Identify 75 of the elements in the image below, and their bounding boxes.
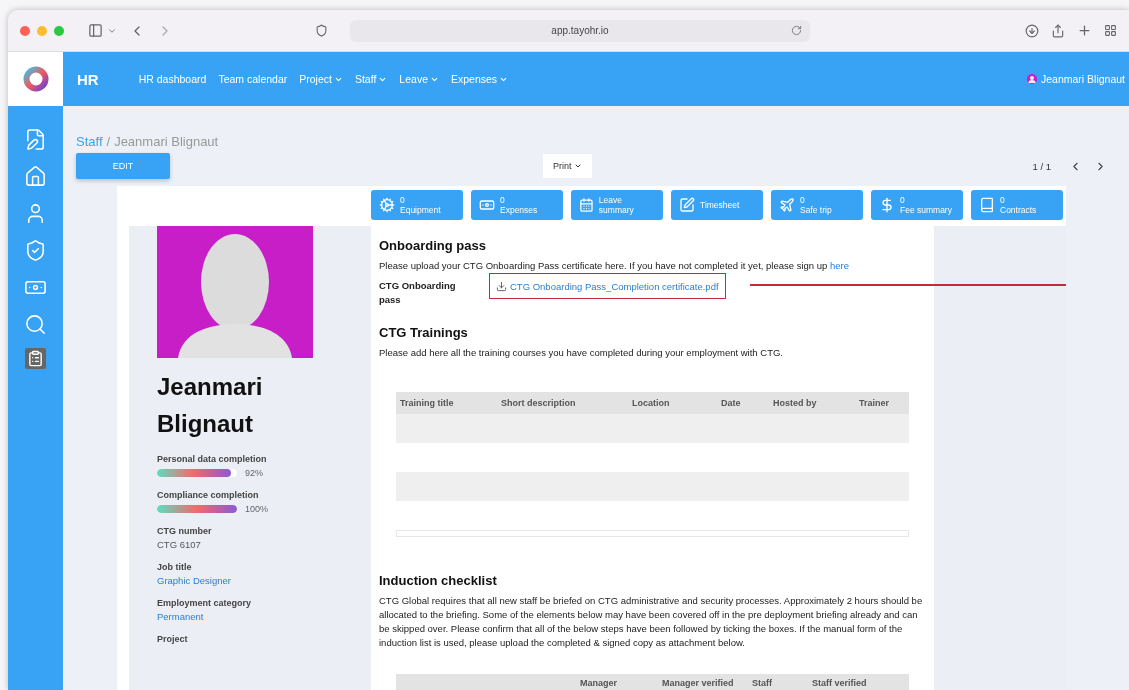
field-label: CTG number <box>157 526 213 536</box>
breadcrumb-current: Jeanmari Blignaut <box>114 134 219 149</box>
field-label: Job title <box>157 562 193 572</box>
column-header: Staff <box>752 679 773 688</box>
column-header: Date <box>721 398 742 408</box>
app-title: HR <box>77 70 99 88</box>
column-header: Hosted by <box>773 398 818 408</box>
progress-reading: 100% <box>245 504 269 514</box>
nav-link[interactable]: Leave <box>399 73 439 85</box>
signup-link[interactable]: here <box>830 260 849 271</box>
book-icon <box>979 197 995 213</box>
section-title: Onboarding pass <box>379 238 487 253</box>
section-text: Please add here all the training courses you have completed during your employment with CTG. <box>379 346 784 360</box>
nav-link[interactable]: Project <box>299 73 343 85</box>
banknote-icon <box>479 197 495 213</box>
download-icon <box>496 280 507 292</box>
progress-label: Compliance completion <box>157 490 260 500</box>
column-header: Trainer <box>859 398 890 408</box>
section-text: CTG Global requires that all new staff be briefed on CTG administrative and security processes. Approximately 2 hours should be allocated to the briefing. Some of the elements below may have been covered off in the pre deployment briefing already and can be skipped over. Please confirm that all of the below steps have been followed by ticking the boxes. If the manual form of the induction list is used, please upload the completed & signed copy as attachment below. <box>379 594 924 650</box>
avatar-icon <box>1026 74 1037 84</box>
share-icon[interactable] <box>1051 23 1065 38</box>
summary-tile[interactable]: 0 Expenses <box>471 190 563 220</box>
dollar-icon <box>879 197 895 213</box>
user-menu[interactable]: Jeanmari Blignaut <box>1026 52 1125 106</box>
section-title: CTG Trainings <box>379 325 469 340</box>
section-text: Please upload your CTG Onboarding Pass certificate here. If you have not completed it yet, please sign up here <box>379 259 850 273</box>
column-header: Staff verified <box>812 679 868 688</box>
breadcrumb-link[interactable]: Staff <box>76 134 103 149</box>
new-tab-icon[interactable] <box>1077 23 1092 38</box>
nav-link[interactable]: Expenses <box>450 73 509 85</box>
sidebar-toggle-icon[interactable] <box>88 23 103 38</box>
field-link[interactable]: Graphic Designer <box>157 575 371 586</box>
airplane-icon <box>779 197 795 213</box>
file-link[interactable]: CTG Onboarding Pass_Completion certificate.pdf <box>489 273 726 299</box>
summary-tile[interactable]: 0 Fee summary <box>871 190 963 220</box>
summary-tile[interactable]: Timesheet <box>671 190 763 220</box>
progress-label: Personal data completion <box>157 454 268 464</box>
address-bar[interactable]: app.tayohr.io <box>350 19 810 42</box>
pen-square-icon <box>679 197 695 213</box>
summary-tile[interactable]: Leave summary <box>571 190 663 220</box>
close-dot[interactable] <box>20 25 30 36</box>
minimize-dot[interactable] <box>37 25 47 36</box>
field-value: CTG 6107 <box>157 539 202 550</box>
shield-icon <box>315 24 328 37</box>
report-icon[interactable] <box>25 348 46 369</box>
column-header: Manager <box>580 679 618 688</box>
tab-grid-icon[interactable] <box>1104 24 1117 37</box>
ring-logo <box>22 66 49 92</box>
nav-link[interactable]: Staff <box>354 73 388 85</box>
edit-button[interactable]: EDIT <box>76 153 170 179</box>
zoom-dot[interactable] <box>54 25 64 36</box>
column-header: Short description <box>501 398 577 408</box>
reload-icon[interactable] <box>791 24 802 36</box>
progress-reading: 92% <box>245 468 263 478</box>
staff-name: Jeanmari Blignaut <box>157 372 264 439</box>
nav-link[interactable]: Team calendar <box>218 73 288 85</box>
print-button[interactable]: Print <box>543 154 592 178</box>
section-title: Induction checklist <box>379 573 498 588</box>
pager-text: 1 / 1 <box>1032 160 1051 172</box>
summary-tile[interactable]: 0 Equipment <box>371 190 463 220</box>
column-header: Location <box>632 398 671 408</box>
summary-tile[interactable]: 0 Contracts <box>971 190 1063 220</box>
field-label: CTG Onboarding pass <box>379 279 457 307</box>
field-label: Project <box>157 634 189 644</box>
summary-tile[interactable]: 0 Safe trip <box>771 190 863 220</box>
calendar-icon <box>579 197 594 213</box>
column-header: Manager verified <box>662 679 735 688</box>
column-header: Training title <box>400 398 455 408</box>
caret-icon <box>573 162 582 170</box>
field-link[interactable]: Permanent <box>157 611 371 622</box>
nav-link[interactable]: HR dashboard <box>138 73 207 85</box>
field-label: Employment category <box>157 598 253 608</box>
gears-icon <box>379 197 395 213</box>
breadcrumb-separator: / <box>106 134 111 149</box>
download-icon[interactable] <box>1025 23 1039 38</box>
